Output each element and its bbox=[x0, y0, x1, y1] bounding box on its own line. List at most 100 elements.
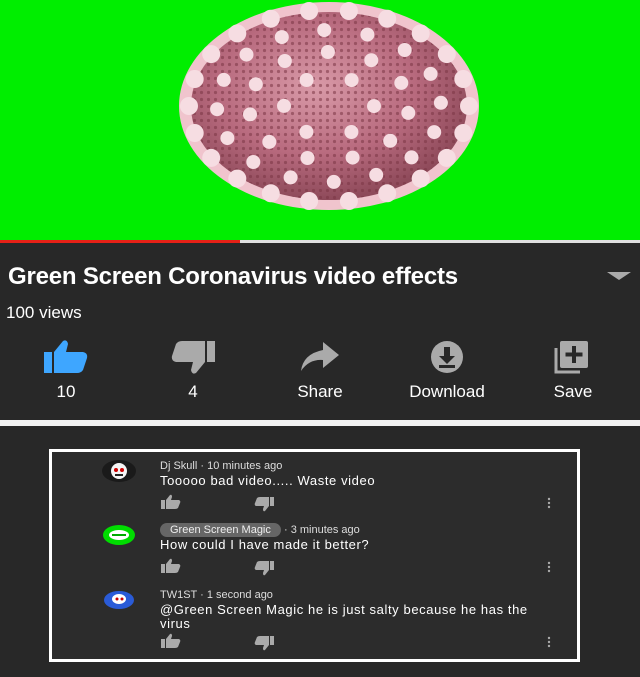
thumbs-down-icon[interactable] bbox=[253, 635, 275, 651]
comment-author[interactable]: Green Screen Magic bbox=[160, 523, 281, 537]
comment-author[interactable]: TW1ST bbox=[160, 589, 197, 601]
virus-spike bbox=[433, 95, 448, 110]
virus-spike bbox=[411, 24, 430, 43]
thumbs-up-icon[interactable] bbox=[160, 494, 182, 510]
comment-time: 3 minutes ago bbox=[290, 524, 360, 536]
virus-spike bbox=[364, 53, 379, 68]
virus-spike bbox=[210, 102, 225, 117]
virus-spike bbox=[261, 184, 280, 203]
virus-spike bbox=[339, 192, 358, 210]
comment-time: 10 minutes ago bbox=[207, 460, 283, 472]
virus-spike bbox=[220, 131, 235, 146]
comment-item: Green Screen Magic · 3 minutes ago How c… bbox=[52, 523, 577, 588]
share-label: Share bbox=[297, 382, 343, 401]
virus-spike bbox=[344, 125, 359, 139]
download-label: Download bbox=[409, 382, 485, 401]
virus-spike bbox=[202, 148, 221, 167]
dislike-count: 4 bbox=[188, 382, 198, 401]
comment-text: @Green Screen Magic he is just salty bec… bbox=[160, 602, 528, 631]
virus-spike bbox=[277, 54, 292, 68]
comment-meta: Green Screen Magic · 3 minutes ago bbox=[160, 523, 360, 537]
virus-spike bbox=[239, 47, 254, 62]
comment-item: Dj Skull · 10 minutes ago Tooooo bad vid… bbox=[52, 460, 577, 524]
virus-spike bbox=[401, 105, 416, 120]
thumbs-up-icon[interactable] bbox=[160, 633, 182, 649]
playlist-add-icon bbox=[554, 341, 588, 374]
dislike-button[interactable]: 4 bbox=[133, 340, 253, 402]
virus-spike bbox=[277, 98, 291, 113]
virus-spike bbox=[300, 192, 319, 210]
virus-spike bbox=[411, 169, 430, 188]
avatar[interactable] bbox=[102, 589, 136, 611]
save-label: Save bbox=[553, 382, 593, 401]
comment-meta: TW1ST · 1 second ago bbox=[160, 589, 273, 601]
video-player[interactable] bbox=[0, 0, 640, 243]
save-button[interactable]: Save bbox=[513, 340, 633, 402]
virus-spike bbox=[345, 150, 360, 165]
virus-spike bbox=[185, 124, 204, 142]
more-options-icon[interactable] bbox=[547, 561, 551, 573]
comment-time: 1 second ago bbox=[206, 589, 273, 601]
virus-spike bbox=[397, 43, 412, 57]
virus-spike bbox=[216, 72, 231, 87]
virus-spike bbox=[326, 174, 341, 189]
coronavirus-image bbox=[179, 2, 479, 210]
virus-spike bbox=[243, 107, 257, 122]
virus-spike bbox=[283, 170, 298, 185]
view-count: 100 views bbox=[6, 303, 82, 322]
thumbs-down-icon[interactable] bbox=[253, 496, 275, 512]
virus-spike bbox=[299, 73, 314, 87]
more-options-icon[interactable] bbox=[547, 636, 551, 648]
virus-spike bbox=[427, 125, 442, 140]
like-count: 10 bbox=[56, 382, 76, 401]
virus-spike bbox=[202, 45, 221, 64]
virus-spike bbox=[404, 150, 419, 165]
virus-spike bbox=[437, 45, 456, 64]
virus-spike bbox=[248, 77, 263, 92]
comment-item: TW1ST · 1 second ago @Green Screen Magic… bbox=[52, 589, 577, 653]
thumbs-up-icon bbox=[44, 340, 88, 373]
comments-section: Dj Skull · 10 minutes ago Tooooo bad vid… bbox=[0, 426, 640, 677]
more-options-icon[interactable] bbox=[547, 497, 551, 509]
virus-spike bbox=[300, 151, 315, 165]
download-icon bbox=[431, 341, 463, 373]
comments-list: Dj Skull · 10 minutes ago Tooooo bad vid… bbox=[49, 449, 580, 662]
virus-spike bbox=[246, 155, 261, 169]
virus-spike bbox=[180, 97, 198, 115]
virus-spike bbox=[454, 70, 473, 88]
virus-spike bbox=[369, 167, 384, 182]
progress-bar-fill bbox=[0, 240, 240, 243]
virus-spike bbox=[274, 30, 289, 45]
virus-spike bbox=[339, 2, 358, 20]
comment-text: Tooooo bad video..... Waste video bbox=[160, 473, 376, 488]
thumbs-down-icon[interactable] bbox=[253, 560, 275, 576]
virus-spike bbox=[378, 184, 397, 203]
virus-spike bbox=[394, 75, 409, 90]
virus-spike bbox=[454, 124, 473, 142]
virus-spike bbox=[437, 148, 456, 167]
comment-author[interactable]: Dj Skull bbox=[160, 460, 197, 472]
video-title: Green Screen Coronavirus video effects bbox=[8, 263, 458, 290]
virus-spike bbox=[344, 73, 359, 88]
virus-spike bbox=[360, 27, 375, 42]
progress-bar[interactable] bbox=[0, 240, 640, 243]
video-info: Green Screen Coronavirus video effects 1… bbox=[0, 244, 640, 420]
like-button[interactable]: 10 bbox=[6, 340, 126, 402]
thumbs-up-icon[interactable] bbox=[160, 558, 182, 574]
virus-spike bbox=[261, 9, 280, 28]
share-button[interactable]: Share bbox=[260, 340, 380, 402]
download-button[interactable]: Download bbox=[387, 340, 507, 402]
thumbs-down-icon bbox=[171, 341, 215, 374]
expand-description-icon[interactable] bbox=[607, 272, 631, 280]
comment-meta: Dj Skull · 10 minutes ago bbox=[160, 460, 283, 472]
avatar[interactable] bbox=[102, 524, 136, 546]
virus-spike bbox=[262, 134, 277, 149]
virus-spike bbox=[228, 169, 247, 188]
avatar[interactable] bbox=[102, 460, 136, 482]
virus-spike bbox=[320, 45, 335, 59]
virus-spike bbox=[423, 66, 438, 81]
virus-spike bbox=[299, 124, 314, 139]
share-icon bbox=[301, 342, 339, 371]
virus-spike bbox=[383, 133, 398, 148]
virus-spike bbox=[367, 99, 381, 114]
